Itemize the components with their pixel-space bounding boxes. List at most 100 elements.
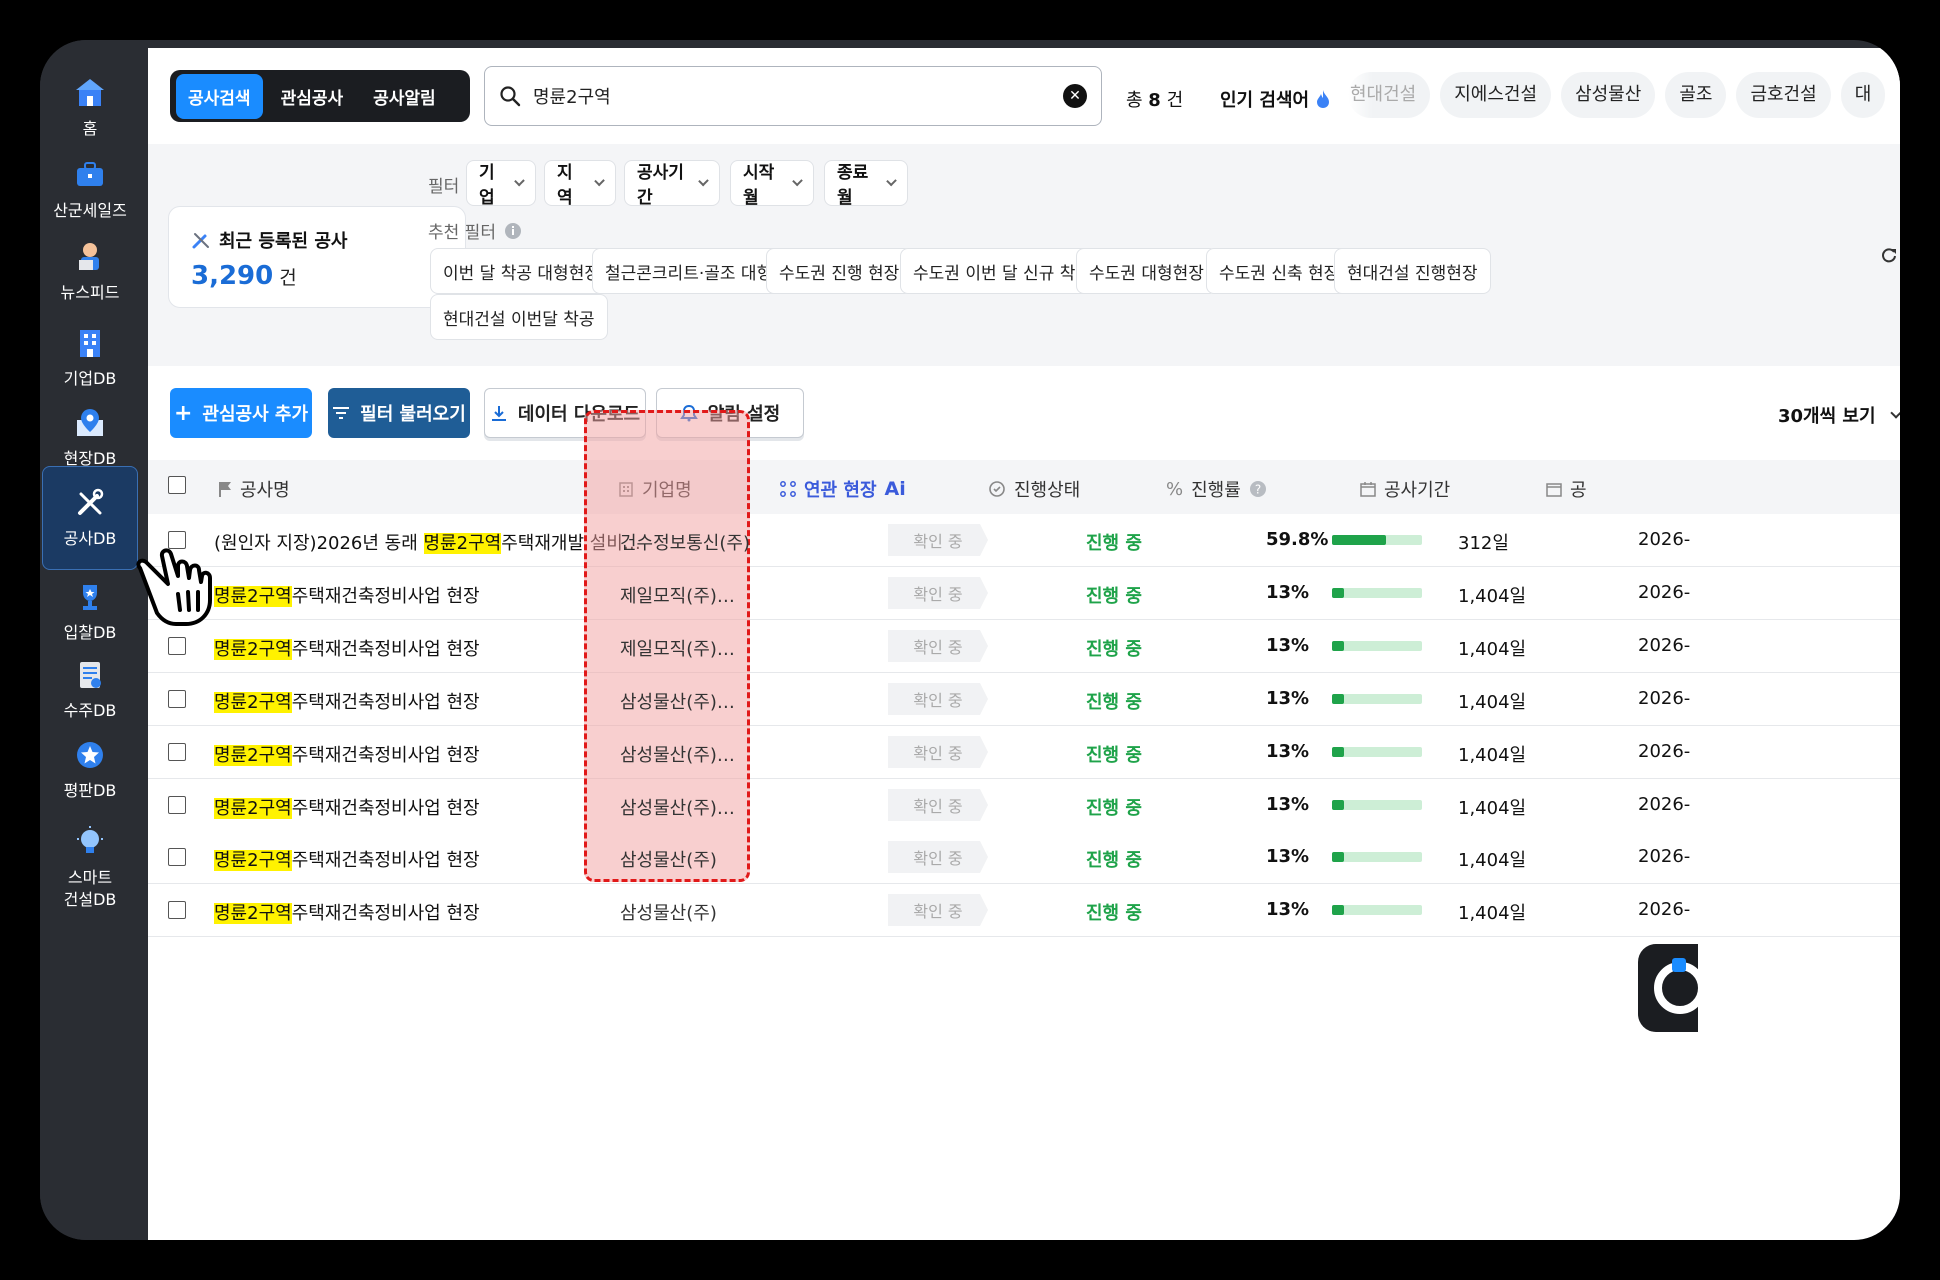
column-header-progress[interactable]: % 진행률 ? [1166, 476, 1267, 502]
keyword-chip[interactable]: 대 [1840, 72, 1886, 118]
filter-dropdown-start-month[interactable]: 시작월 [730, 160, 814, 208]
name-suffix: 주택재건축정비사업 현장 [291, 639, 480, 660]
load-filter-button[interactable]: 필터 불러오기 [328, 388, 470, 438]
keyword-chip[interactable]: 지에스건설 [1440, 72, 1552, 118]
info-icon [504, 222, 521, 239]
recommended-chip[interactable]: 수도권 신축 현장 [1206, 248, 1353, 294]
related-site-badge[interactable]: 확인 중 [888, 524, 988, 556]
sidebar-item-smartdb[interactable]: 스마트 건설DB [42, 806, 138, 930]
recommended-chip[interactable]: 현대건설 이번달 착공 [430, 294, 608, 340]
refresh-icon[interactable] [1880, 246, 1898, 264]
filter-dropdown-period[interactable]: 공사기간 [624, 160, 720, 208]
filter-icon [333, 407, 350, 419]
search-highlight: 명륜2구역 [214, 692, 292, 713]
status-text: 진행 중 [1086, 850, 1142, 871]
table-row[interactable]: 명륜2구역주택재건축정비사업 현장 확인 중 진행 중 13% 1,404일 2026- [148, 567, 1900, 620]
recommended-chip[interactable]: 현대건설 진행현장 [1334, 248, 1491, 294]
progress-percent: 13% [1266, 688, 1310, 709]
construction-name[interactable]: 명륜2구역주택재건축정비사업 현장 [214, 794, 480, 820]
status-text: 진행 중 [1086, 692, 1142, 713]
company-name[interactable]: 삼성물산(주)… [620, 794, 735, 820]
table-row[interactable]: (원인자 지장)2026년 동래 명륜2구역주택재개발 설비… 확인 중 진행 중 5… [148, 514, 1900, 567]
table-row[interactable]: 명륜2구역주택재건축정비사업 현장 확인 중 진행 중 13% 1,404일 2026- [148, 726, 1900, 779]
tab-interest-construction[interactable]: 관심공사 [269, 74, 356, 119]
company-name[interactable]: 삼성물산(주) [620, 846, 717, 872]
related-site-badge[interactable]: 확인 중 [888, 577, 988, 609]
add-interest-button[interactable]: + 관심공사 추가 [170, 388, 312, 438]
row-checkbox[interactable] [168, 901, 186, 919]
column-header-name[interactable]: 공사명 [218, 476, 290, 502]
row-checkbox[interactable] [168, 637, 186, 655]
related-site-badge[interactable]: 확인 중 [888, 789, 988, 821]
recommended-chip[interactable]: 수도권 대형현장 [1076, 248, 1217, 294]
row-checkbox[interactable] [168, 848, 186, 866]
keyword-chip[interactable]: 삼성물산 [1561, 72, 1656, 118]
table-row[interactable]: 명륜2구역주택재건축정비사업 현장 확인 중 진행 중 13% 1,404일 2026- [148, 673, 1900, 726]
recommended-chip[interactable]: 철근콘크리트·골조 대형 [592, 248, 786, 294]
lightbulb-icon [77, 826, 103, 854]
table-row[interactable]: 명륜2구역주택재건축정비사업 현장 확인 중 진행 중 13% 1,404일 2026- [148, 884, 1900, 937]
related-site-badge[interactable]: 확인 중 [888, 894, 988, 926]
clear-search-icon[interactable]: ✕ [1063, 84, 1087, 108]
recent-construction-card[interactable]: 최근 등록된 공사 3,290건 » [168, 206, 466, 308]
status-text: 진행 중 [1086, 639, 1142, 660]
help-icon: ? [1249, 481, 1266, 497]
tab-construction-alerts[interactable]: 공사알림 [361, 74, 448, 119]
keyword-chip[interactable]: 금호건설 [1736, 72, 1831, 118]
column-header-date[interactable]: 공 [1546, 476, 1587, 502]
construction-date: 2026- [1638, 741, 1691, 762]
keyword-chip[interactable]: 골조 [1665, 72, 1727, 118]
keyword-chip[interactable]: 현대건설 [1348, 72, 1431, 118]
construction-name[interactable]: 명륜2구역주택재건축정비사업 현장 [214, 582, 480, 608]
construction-name[interactable]: 명륜2구역주택재건축정비사업 현장 [214, 846, 480, 872]
company-name[interactable]: 삼성물산(주)… [620, 741, 735, 767]
column-header-status[interactable]: 진행상태 [988, 476, 1080, 502]
filter-dropdown-region[interactable]: 지역 [544, 160, 616, 208]
table-row[interactable]: 명륜2구역주택재건축정비사업 현장 확인 중 진행 중 13% 1,404일 2026- [148, 831, 1900, 884]
percent-icon: % [1166, 478, 1184, 500]
row-checkbox[interactable] [168, 796, 186, 814]
table-row[interactable]: 명륜2구역주택재건축정비사업 현장 확인 중 진행 중 13% 1,404일 2026- [148, 620, 1900, 673]
progress-percent: 13% [1266, 846, 1310, 867]
sidebar-item-constructiondb[interactable]: 공사DB [42, 466, 138, 570]
building-icon [80, 330, 100, 358]
table-row[interactable]: 명륜2구역주택재건축정비사업 현장 확인 중 진행 중 13% 1,404일 2026- [148, 779, 1900, 832]
construction-date: 2026- [1638, 899, 1691, 920]
recent-title: 최근 등록된 공사 [191, 227, 347, 253]
company-name[interactable]: 제일모직(주)… [620, 582, 735, 608]
progress-bar [1332, 747, 1422, 757]
construction-name[interactable]: 명륜2구역주택재건축정비사업 현장 [214, 688, 480, 714]
company-name[interactable]: 삼성물산(주)… [620, 688, 735, 714]
recommended-label-text: 추천 필터 [428, 223, 496, 243]
company-name[interactable]: 건수정보통신(주) [620, 529, 750, 555]
floating-chat-button[interactable] [1638, 944, 1706, 1032]
per-page-select[interactable]: 30개씩 보기 [1778, 402, 1900, 428]
row-checkbox[interactable] [168, 690, 186, 708]
progress-percent: 13% [1266, 794, 1310, 815]
filter-dropdown-company[interactable]: 기업 [466, 160, 536, 208]
filter-dropdown-end-month[interactable]: 종료월 [824, 160, 908, 208]
construction-period: 1,404일 [1458, 745, 1527, 766]
row-checkbox[interactable] [168, 743, 186, 761]
recommended-chip[interactable]: 수도권 이번 달 신규 착공 [900, 248, 1105, 294]
construction-name[interactable]: 명륜2구역주택재건축정비사업 현장 [214, 899, 480, 925]
tab-construction-search[interactable]: 공사검색 [176, 73, 263, 119]
map-pin-icon [77, 409, 103, 437]
column-header-period[interactable]: 공사기간 [1360, 476, 1450, 502]
construction-name[interactable]: 명륜2구역주택재건축정비사업 현장 [214, 741, 480, 767]
recommended-chip[interactable]: 이번 달 착공 대형현장 [430, 248, 613, 294]
construction-name[interactable]: 명륜2구역주택재건축정비사업 현장 [214, 635, 480, 661]
column-header-related-site[interactable]: 연관 현장 Ai [780, 476, 906, 502]
related-site-badge[interactable]: 확인 중 [888, 736, 988, 768]
related-site-badge[interactable]: 확인 중 [888, 683, 988, 715]
progress-bar [1332, 535, 1422, 545]
recommended-chip[interactable]: 수도권 진행 현장 [766, 248, 913, 294]
construction-name[interactable]: (원인자 지장)2026년 동래 명륜2구역주택재개발 설비… [214, 529, 641, 555]
company-name[interactable]: 삼성물산(주) [620, 899, 717, 925]
related-site-badge[interactable]: 확인 중 [888, 841, 988, 873]
search-box[interactable]: 명륜2구역 ✕ [484, 66, 1102, 126]
company-name[interactable]: 제일모직(주)… [620, 635, 735, 661]
related-site-badge[interactable]: 확인 중 [888, 630, 988, 662]
search-input[interactable]: 명륜2구역 [533, 83, 1063, 109]
select-all-checkbox[interactable] [168, 476, 186, 494]
